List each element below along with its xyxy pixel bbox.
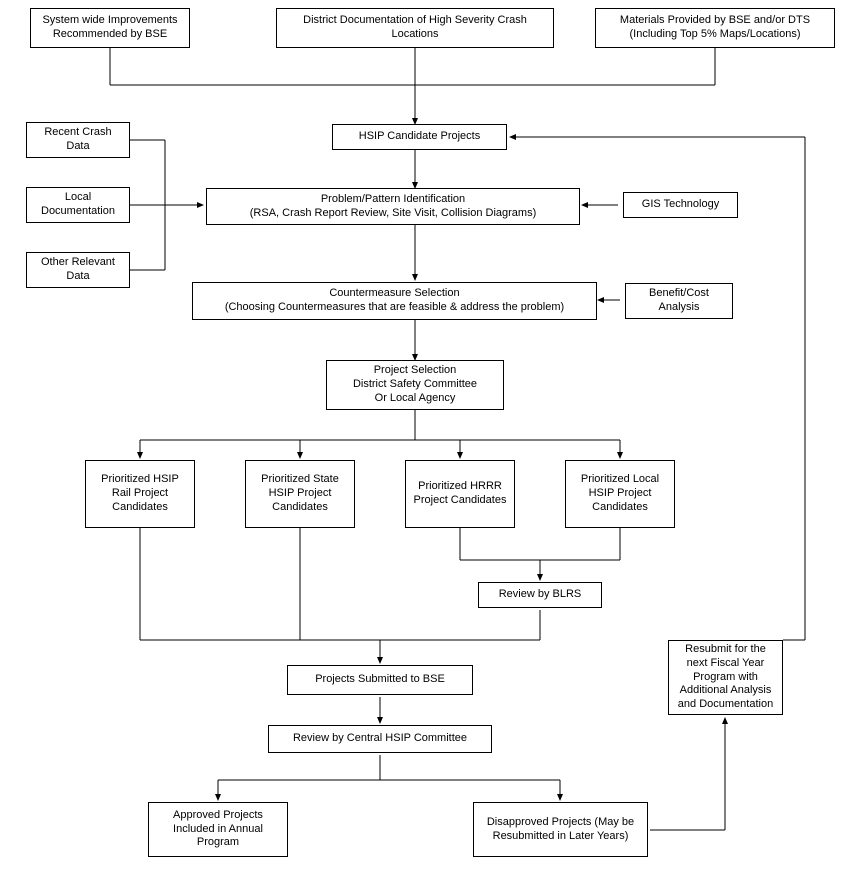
label-district-doc: District Documentation of High Severity … xyxy=(283,14,547,42)
box-gis: GIS Technology xyxy=(623,192,738,218)
label-prioritized-rail: Prioritized HSIP Rail Project Candidates xyxy=(92,473,188,514)
box-resubmit: Resubmit for the next Fiscal Year Progra… xyxy=(668,640,783,715)
box-benefit-cost: Benefit/Cost Analysis xyxy=(625,283,733,319)
label-review-central: Review by Central HSIP Committee xyxy=(293,732,467,746)
label-projects-bse: Projects Submitted to BSE xyxy=(315,673,445,687)
label-local-doc: Local Documentation xyxy=(33,191,123,219)
label-resubmit: Resubmit for the next Fiscal Year Progra… xyxy=(675,643,776,712)
box-prioritized-local: Prioritized Local HSIP Project Candidate… xyxy=(565,460,675,528)
label-other-data: Other Relevant Data xyxy=(33,256,123,284)
box-projects-bse: Projects Submitted to BSE xyxy=(287,665,473,695)
box-problem-id: Problem/Pattern Identification (RSA, Cra… xyxy=(206,188,580,225)
label-hsip-candidate: HSIP Candidate Projects xyxy=(359,130,480,144)
label-recent-crash: Recent Crash Data xyxy=(33,126,123,154)
box-hsip-candidate: HSIP Candidate Projects xyxy=(332,124,507,150)
label-prioritized-local: Prioritized Local HSIP Project Candidate… xyxy=(572,473,668,514)
label-approved: Approved Projects Included in Annual Pro… xyxy=(155,809,281,850)
box-materials: Materials Provided by BSE and/or DTS (In… xyxy=(595,8,835,48)
box-prioritized-rail: Prioritized HSIP Rail Project Candidates xyxy=(85,460,195,528)
box-district-doc: District Documentation of High Severity … xyxy=(276,8,554,48)
label-gis: GIS Technology xyxy=(642,198,719,212)
label-prioritized-hrrr: Prioritized HRRR Project Candidates xyxy=(412,480,508,508)
box-local-doc: Local Documentation xyxy=(26,187,130,223)
label-project-selection: Project Selection District Safety Commit… xyxy=(353,364,477,405)
box-disapproved: Disapproved Projects (May be Resubmitted… xyxy=(473,802,648,857)
box-approved: Approved Projects Included in Annual Pro… xyxy=(148,802,288,857)
box-review-blrs: Review by BLRS xyxy=(478,582,602,608)
box-other-data: Other Relevant Data xyxy=(26,252,130,288)
label-benefit-cost: Benefit/Cost Analysis xyxy=(632,287,726,315)
box-project-selection: Project Selection District Safety Commit… xyxy=(326,360,504,410)
box-prioritized-hrrr: Prioritized HRRR Project Candidates xyxy=(405,460,515,528)
label-materials: Materials Provided by BSE and/or DTS (In… xyxy=(602,14,828,42)
box-review-central: Review by Central HSIP Committee xyxy=(268,725,492,753)
box-recent-crash: Recent Crash Data xyxy=(26,122,130,158)
box-system-wide: System wide Improvements Recommended by … xyxy=(30,8,190,48)
label-disapproved: Disapproved Projects (May be Resubmitted… xyxy=(480,816,641,844)
label-countermeasure: Countermeasure Selection (Choosing Count… xyxy=(225,287,564,315)
label-problem-id: Problem/Pattern Identification (RSA, Cra… xyxy=(250,193,537,221)
label-prioritized-state: Prioritized State HSIP Project Candidate… xyxy=(252,473,348,514)
label-system-wide: System wide Improvements Recommended by … xyxy=(37,14,183,42)
box-prioritized-state: Prioritized State HSIP Project Candidate… xyxy=(245,460,355,528)
label-review-blrs: Review by BLRS xyxy=(499,588,582,602)
box-countermeasure: Countermeasure Selection (Choosing Count… xyxy=(192,282,597,320)
